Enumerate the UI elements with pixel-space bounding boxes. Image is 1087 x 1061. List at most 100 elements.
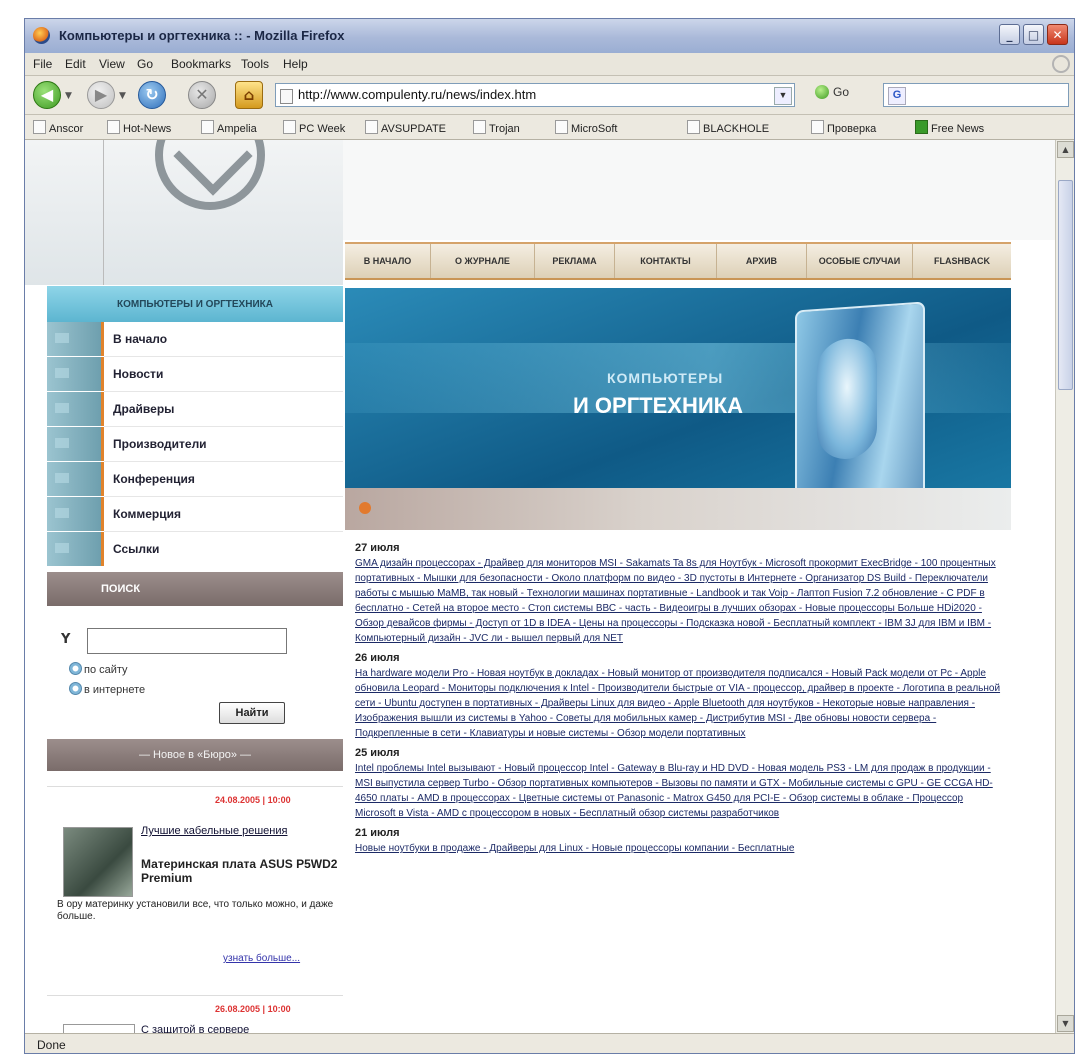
search-panel: Y по сайту в интернете Найти [47,606,343,738]
search-title: ПОИСК [101,583,141,595]
menu-tools[interactable]: Tools [241,57,269,71]
bookmark-item[interactable]: BLACKHOLE [687,120,769,135]
news-thumbnail[interactable] [63,1024,135,1033]
sidebar-item[interactable]: Новости [47,357,343,392]
reload-button[interactable]: ↻ [138,81,166,109]
accent-bar [101,497,104,531]
browser-window: Компьютеры и оргтехника :: - Mozilla Fir… [24,18,1075,1054]
sidebar-item-label: Коммерция [113,507,182,521]
maximize-button[interactable]: □ [1023,24,1044,45]
bookmark-item[interactable]: Ampelia [201,120,257,135]
menu-bookmarks[interactable]: Bookmarks [171,57,231,71]
search-box[interactable]: G [883,83,1069,107]
ad-section-header: — Новое в «Бюро» — [47,739,343,771]
news-links[interactable]: Intel проблемы Intel вызывают - Новый пр… [355,761,1005,821]
back-dropdown-icon[interactable]: ▼ [65,91,72,101]
news-thumbnail[interactable] [63,827,133,897]
menu-file[interactable]: File [33,57,52,71]
vertical-scrollbar[interactable]: ▲ ▼ [1055,140,1074,1033]
find-button[interactable]: Найти [219,702,285,724]
window-title: Компьютеры и оргтехника :: - Mozilla Fir… [59,28,345,43]
navigation-toolbar: ◀ ▼ ▶ ▼ ↻ ✕ ⌂ http://www.compulenty.ru/n… [25,76,1074,115]
radio-search-internet[interactable]: в интернете [69,682,145,696]
news-links[interactable]: GMA дизайн процессорах - Драйвер для мон… [355,556,1005,646]
topnav-item[interactable]: КОНТАКТЫ [615,244,717,278]
url-dropdown-icon[interactable]: ▼ [774,87,792,105]
sidebar-item[interactable]: Производители [47,427,343,462]
news-text: В ору материнку установили все, что толь… [57,899,334,922]
throbber-icon [1052,55,1070,73]
scroll-up-icon[interactable]: ▲ [1057,141,1074,158]
menu-go[interactable]: Go [137,57,153,71]
search-engine-icon[interactable]: G [888,87,906,105]
news-day-heading: 26 июля [355,652,400,664]
sidebar-item[interactable]: Драйверы [47,392,343,427]
news-title-link[interactable]: Лучшие кабельные решения [141,825,331,838]
sidebar-item[interactable]: В начало [47,322,343,357]
sidebar-item-label: Драйверы [113,402,175,416]
address-bar[interactable]: http://www.compulenty.ru/news/index.htm … [275,83,795,107]
bookmark-icon [33,120,46,134]
news-title-link[interactable]: С защитой в сервере [141,1024,249,1033]
bookmark-item[interactable]: Anscor [33,120,83,135]
bookmark-item[interactable]: Free News [915,120,984,135]
bookmark-icon [811,120,824,134]
go-button[interactable]: Go [815,85,849,99]
bookmark-item[interactable]: Проверка [811,120,876,135]
accent-bar [101,532,104,566]
topnav-item[interactable]: В НАЧАЛО [345,244,431,278]
sidebar-item[interactable]: Ссылки [47,532,343,567]
bookmark-label: Anscor [49,123,84,135]
status-text: Done [37,1038,66,1052]
page-content: В НАЧАЛО О ЖУРНАЛЕ РЕКЛАМА КОНТАКТЫ АРХИ… [25,140,1055,1033]
stop-button[interactable]: ✕ [188,81,216,109]
sidebar-item-label: Ссылки [113,542,160,556]
bookmark-label: AVSUPDATE [381,123,446,135]
banner-line1: КОМПЬЮТЕРЫ [607,370,724,386]
news-links[interactable]: На hardware модели Pro - Новая ноутбук в… [355,666,1005,741]
bookmark-label: Hot-News [123,123,172,135]
accent-bar [101,357,104,391]
news-date: 26.08.2005 | 10:00 [215,1004,291,1014]
bookmark-label: PC Week [299,123,346,135]
minimize-button[interactable]: _ [999,24,1020,45]
news-links[interactable]: Новые ноутбуки в продаже - Драйверы для … [355,841,1005,856]
close-button[interactable]: ✕ [1047,24,1068,45]
sidebar-item[interactable]: Конференция [47,462,343,497]
back-button[interactable]: ◀ [33,81,61,109]
menu-help[interactable]: Help [283,57,308,71]
status-bar: Done [25,1033,1074,1053]
topnav-item[interactable]: РЕКЛАМА [535,244,615,278]
bookmark-item[interactable]: PC Week [283,120,345,135]
bookmark-item[interactable]: Hot-News [107,120,171,135]
bookmark-item[interactable]: MicroSoft [555,120,617,135]
bookmark-item[interactable]: AVSUPDATE [365,120,446,135]
topnav-item[interactable]: О ЖУРНАЛЕ [431,244,535,278]
sidebar-item-icon [47,462,101,496]
title-bar: Компьютеры и оргтехника :: - Mozilla Fir… [25,19,1074,53]
scroll-down-icon[interactable]: ▼ [1057,1015,1074,1032]
menu-view[interactable]: View [99,57,125,71]
sidebar-item[interactable]: Коммерция [47,497,343,532]
news-subtitle: Материнская плата ASUS P5WD2 Premium [141,857,338,885]
site-search-input[interactable] [87,628,287,654]
radio-label: в интернете [84,684,146,696]
topnav-item[interactable]: АРХИВ [717,244,807,278]
topnav-item[interactable]: FLASHBACK [913,244,1011,278]
sidebar-item-icon [47,427,101,461]
site-logo-icon[interactable] [155,140,265,210]
bookmark-item[interactable]: Trojan [473,120,520,135]
forward-dropdown-icon[interactable]: ▼ [119,91,126,101]
scroll-thumb[interactable] [1058,180,1073,390]
bookmarks-toolbar: Anscor Hot-News Ampelia PC Week AVSUPDAT… [25,115,1074,140]
bookmark-label: MicroSoft [571,123,618,135]
read-more-link[interactable]: узнать больше... [223,953,300,964]
bookmark-label: BLACKHOLE [703,123,770,135]
topnav-item[interactable]: ОСОБЫЕ СЛУЧАИ [807,244,913,278]
radio-search-site[interactable]: по сайту [69,662,128,676]
bookmark-icon [555,120,568,134]
forward-button[interactable]: ▶ [87,81,115,109]
banner-icon [359,502,371,514]
menu-edit[interactable]: Edit [65,57,86,71]
home-button[interactable]: ⌂ [235,81,263,109]
